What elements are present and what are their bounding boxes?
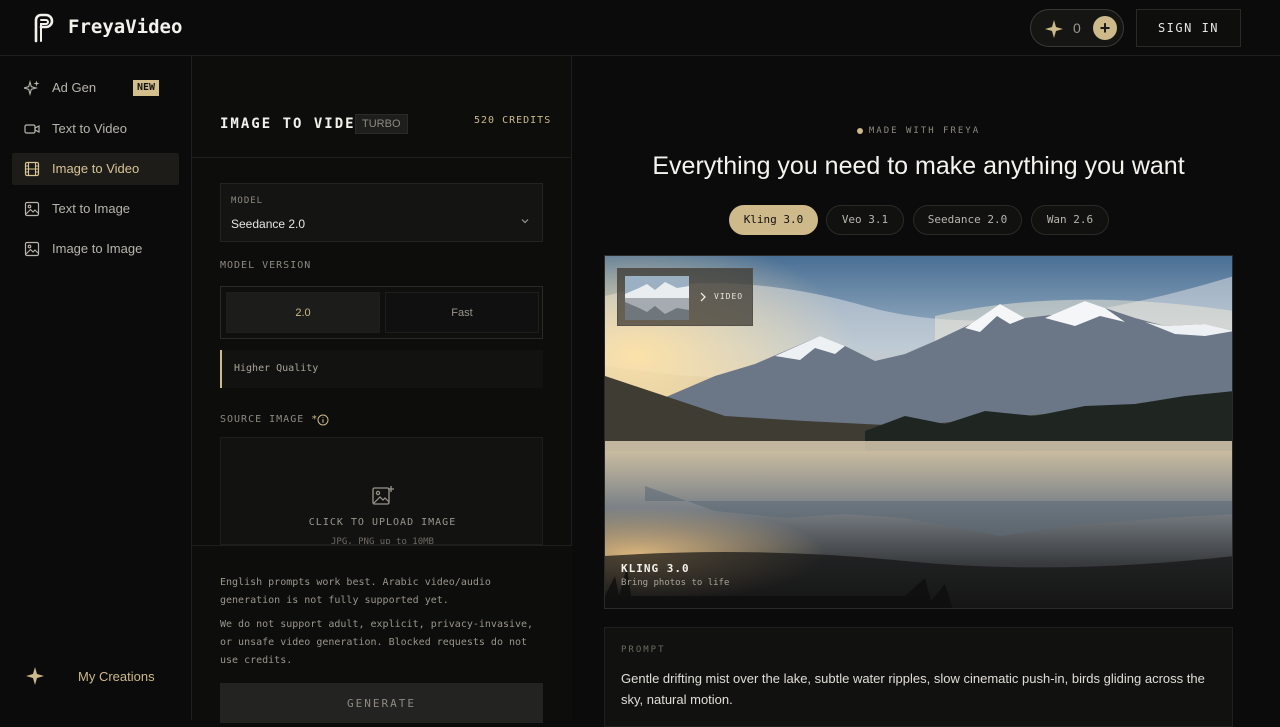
sparkle-icon — [1045, 20, 1063, 38]
made-with-caption: MADE WITH FREYA — [573, 126, 1264, 136]
chevron-right-icon — [700, 292, 706, 302]
my-creations-label: My Creations — [78, 669, 155, 684]
brand-name[interactable]: FreyaVideo — [68, 16, 182, 38]
sidebar-item-label: Text to Image — [52, 201, 131, 216]
film-icon — [24, 161, 40, 177]
source-image-label: SOURCE IMAGE * — [220, 414, 318, 425]
accent-dot — [856, 127, 863, 134]
new-badge: NEW — [133, 80, 160, 96]
model-value: Seedance 2.0 — [231, 217, 306, 231]
version-option-fast[interactable]: Fast — [385, 292, 539, 333]
sidebar-item-text-to-video[interactable]: Text to Video — [12, 113, 179, 145]
tab-veo-3-1[interactable]: Veo 3.1 — [826, 205, 904, 235]
language-note: English prompts work best. Arabic video/… — [220, 577, 491, 606]
sparkles-icon — [24, 80, 40, 96]
model-label: MODEL — [231, 196, 264, 206]
made-with-text: MADE WITH FREYA — [868, 126, 981, 136]
image-icon — [24, 241, 40, 257]
sidebar-item-image-to-video[interactable]: Image to Video — [12, 153, 179, 185]
sign-in-button[interactable]: SIGN IN — [1136, 9, 1241, 47]
tab-seedance-2-0[interactable]: Seedance 2.0 — [913, 205, 1022, 235]
tab-kling-3-0[interactable]: Kling 3.0 — [729, 205, 818, 235]
generation-form-panel: IMAGE TO VIDEO TURBO 520 CREDITS MODEL S… — [192, 56, 572, 723]
sidebar: Ad Gen NEW Text to Video Image to Video … — [0, 56, 192, 720]
version-note: Higher Quality — [220, 350, 543, 388]
showcase-panel: MADE WITH FREYA Everything you need to m… — [573, 56, 1280, 727]
sidebar-item-label: Image to Image — [52, 241, 143, 256]
upload-hint: JPG, PNG up to 10MB — [331, 537, 434, 545]
form-title: IMAGE TO VIDEO — [220, 116, 367, 132]
prompt-text: Gentle drifting mist over the lake, subt… — [621, 671, 1205, 707]
image-icon — [24, 201, 40, 217]
thumbnail-image — [625, 276, 689, 320]
form-footer: English prompts work best. Arabic video/… — [192, 545, 572, 723]
model-version-label: MODEL VERSION — [220, 260, 312, 271]
image-upload-dropzone[interactable]: CLICK TO UPLOAD IMAGE JPG, PNG up to 10M… — [220, 437, 543, 545]
upload-label: CLICK TO UPLOAD IMAGE — [308, 517, 457, 528]
form-header: IMAGE TO VIDEO TURBO 520 CREDITS — [192, 92, 572, 158]
top-bar: FreyaVideo 0 + SIGN IN — [0, 0, 1280, 56]
prompt-card: PROMPT Gentle drifting mist over the lak… — [604, 627, 1233, 727]
sidebar-item-image-to-image[interactable]: Image to Image — [12, 233, 179, 265]
credit-count: 0 — [1073, 20, 1081, 36]
generate-button[interactable]: GENERATE — [220, 683, 543, 723]
sidebar-item-text-to-image[interactable]: Text to Image — [12, 193, 179, 225]
video-indicator-chip: VIDEO — [617, 268, 753, 326]
sidebar-item-label: Text to Video — [52, 121, 127, 136]
credits-cost: 520 CREDITS — [474, 115, 552, 126]
sidebar-item-ad-gen[interactable]: Ad Gen NEW — [12, 72, 179, 104]
version-option-2-0[interactable]: 2.0 — [226, 292, 380, 333]
policy-note: We do not support adult, explicit, priva… — [220, 619, 534, 666]
chevron-down-icon — [521, 219, 529, 224]
source-thumbnail — [625, 276, 689, 320]
add-credits-button[interactable]: + — [1093, 16, 1117, 40]
showcase-headline: Everything you need to make anything you… — [652, 152, 1185, 180]
credits-pill[interactable]: 0 + — [1030, 9, 1124, 47]
video-chip-label: VIDEO — [714, 292, 744, 301]
my-creations-link[interactable]: My Creations — [24, 664, 174, 688]
turbo-badge: TURBO — [355, 114, 408, 134]
sparkle-icon — [26, 667, 44, 685]
hero-model-title: KLING 3.0 — [621, 562, 690, 575]
model-select[interactable]: MODEL Seedance 2.0 — [220, 183, 543, 242]
prompt-label: PROMPT — [621, 645, 666, 655]
video-camera-icon — [24, 124, 40, 134]
source-image-label-text: SOURCE IMAGE — [220, 414, 305, 425]
tab-wan-2-6[interactable]: Wan 2.6 — [1031, 205, 1109, 235]
sidebar-item-label: Image to Video — [52, 161, 140, 176]
model-version-toggle: 2.0 Fast — [220, 286, 543, 339]
sidebar-item-label: Ad Gen — [52, 80, 97, 95]
hero-subtitle: Bring photos to life — [621, 578, 730, 588]
version-note-text: Higher Quality — [234, 363, 319, 374]
image-upload-icon — [372, 486, 394, 505]
showcase-video[interactable]: VIDEO KLING 3.0 Bring photos to life — [604, 255, 1233, 609]
info-icon[interactable] — [317, 414, 329, 426]
freya-logo-icon[interactable] — [32, 13, 56, 43]
